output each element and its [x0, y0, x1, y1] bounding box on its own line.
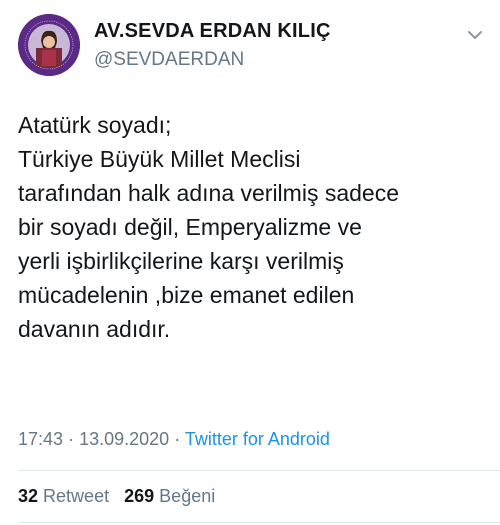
separator: · — [174, 429, 181, 449]
likes-label: Beğeni — [159, 486, 216, 506]
likes-stat[interactable]: 269 Beğeni — [124, 486, 215, 507]
separator: · — [68, 429, 75, 449]
chevron-down-icon[interactable] — [464, 24, 486, 46]
tweet-text-line: bir soyadı değil, Emperyalizme ve — [18, 214, 362, 240]
user-handle[interactable]: @SEVDAERDAN — [94, 49, 331, 71]
avatar-image — [18, 14, 80, 76]
divider — [18, 522, 500, 523]
tweet-header: AV.SEVDA ERDAN KILIÇ @SEVDAERDAN — [18, 14, 486, 80]
tweet-text-line: tarafından halk adına verilmiş sadece — [18, 180, 399, 206]
tweet-text-line: yerli işbirlikçilerine karşı verilmiş — [18, 248, 344, 274]
tweet-text-line: Atatürk soyadı; — [18, 112, 172, 138]
tweet-text-line: davanın adıdır. — [18, 316, 171, 342]
divider — [18, 470, 500, 471]
tweet-meta: 17:43 · 13.09.2020 · Twitter for Android — [18, 429, 330, 450]
user-names: AV.SEVDA ERDAN KILIÇ @SEVDAERDAN — [94, 20, 331, 71]
retweets-label: Retweet — [43, 486, 110, 506]
tweet-time[interactable]: 17:43 — [18, 429, 63, 449]
retweets-stat[interactable]: 32 Retweet — [18, 486, 109, 507]
tweet-card: AV.SEVDA ERDAN KILIÇ @SEVDAERDAN Atatürk… — [0, 0, 500, 525]
likes-count: 269 — [124, 486, 155, 506]
display-name[interactable]: AV.SEVDA ERDAN KILIÇ — [94, 20, 331, 43]
tweet-date[interactable]: 13.09.2020 — [79, 429, 169, 449]
tweet-stats: 32 Retweet 269 Beğeni — [18, 486, 215, 507]
tweet-source-link[interactable]: Twitter for Android — [185, 429, 330, 449]
retweets-count: 32 — [18, 486, 39, 506]
avatar[interactable] — [18, 14, 80, 76]
tweet-text-line: Türkiye Büyük Millet Meclisi — [18, 146, 301, 172]
tweet-text-line: mücadelenin ,bize emanet edilen — [18, 282, 355, 308]
tweet-text: Atatürk soyadı; Türkiye Büyük Millet Mec… — [18, 108, 488, 346]
